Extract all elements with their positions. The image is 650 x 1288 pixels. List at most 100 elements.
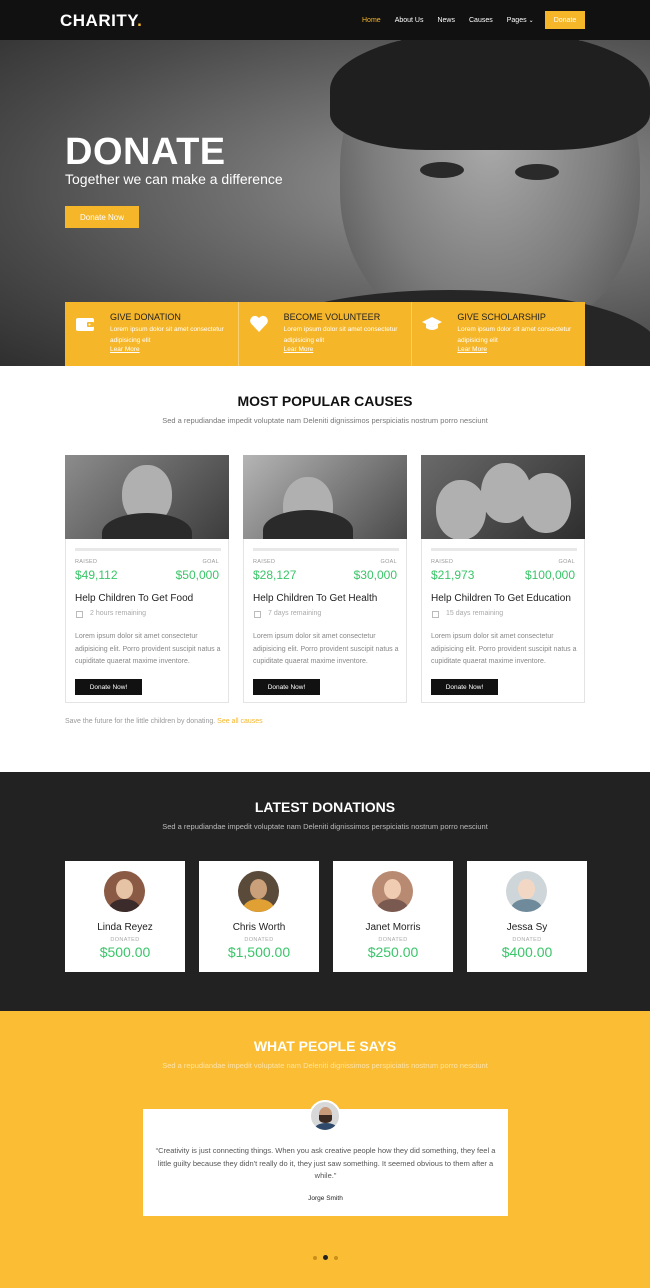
testimonials-title: WHAT PEOPLE SAYS [253, 1038, 397, 1054]
nav-causes[interactable]: Causes [469, 17, 493, 24]
raised-label: RAISED [431, 559, 454, 565]
raised-amount: $49,112 [75, 568, 118, 582]
raised-label: RAISED [75, 559, 98, 565]
carousel-dot[interactable] [334, 1255, 338, 1260]
donated-label: DONATED [512, 937, 542, 943]
nav-about-us[interactable]: About Us [395, 17, 424, 24]
raised-amount: $28,127 [253, 568, 297, 582]
cause-description: Lorem ipsum dolor sit amet consectetur a… [75, 633, 221, 665]
testimonials-subtitle: Sed a repudiandae impedit voluptate nam … [162, 1061, 488, 1070]
feature-text: Lorem ipsum dolor sit amet consectetur a… [283, 326, 398, 344]
goal-amount: $50,000 [175, 568, 219, 582]
cause-description: Lorem ipsum dolor sit amet consectetur a… [253, 633, 399, 665]
carousel-dot-active[interactable] [323, 1255, 328, 1260]
nav-home[interactable]: Home [362, 17, 381, 24]
hero-tagline: Together we can make a difference [65, 171, 283, 187]
chevron-down-icon: ⌄ [528, 17, 534, 24]
raised-amount: $21,973 [431, 568, 475, 582]
donor-name: Jessa Sy [506, 922, 548, 933]
progress-bar [431, 548, 577, 551]
time-remaining: 7 days remaining [268, 610, 322, 617]
testimonial-author: Jorge Smith [308, 1195, 343, 1202]
hero-photo-eye [515, 164, 559, 180]
goal-label: GOAL [380, 559, 397, 565]
carousel-dots [313, 1255, 338, 1260]
feature-learn-more-link[interactable]: Lear More [110, 346, 140, 353]
time-remaining: 15 days remaining [446, 610, 504, 617]
brand-logo[interactable]: CHARITY. [60, 11, 142, 31]
hero-donate-button[interactable]: Donate Now [65, 206, 139, 228]
cause-title[interactable]: Help Children To Get Health [253, 593, 377, 604]
feature-strip: GIVE DONATION Lorem ipsum dolor sit amet… [65, 302, 585, 366]
causes-footer: Save the future for the little children … [65, 718, 263, 725]
donated-label: DONATED [244, 937, 274, 943]
progress-bar [75, 548, 221, 551]
nav-news[interactable]: News [437, 17, 455, 24]
nav-pages[interactable]: Pages ⌄ [507, 17, 534, 24]
cause-card: RAISED GOAL $49,112 $50,000 Help Childre… [65, 455, 229, 703]
feature-title: GIVE SCHOLARSHIP [457, 312, 546, 322]
wallet-icon [76, 318, 94, 331]
donor-name: Janet Morris [365, 922, 421, 933]
donated-amount: $500.00 [99, 944, 151, 960]
donation-card: Jessa Sy DONATED $400.00 [467, 861, 587, 972]
donor-name: Linda Reyez [97, 922, 153, 933]
causes-cards: RAISED GOAL $49,112 $50,000 Help Childre… [65, 455, 585, 703]
hero-photo-eye [420, 162, 464, 178]
avatar [506, 871, 547, 912]
testimonial-quote: “Creativity is just connecting things. W… [155, 1146, 496, 1180]
cause-image [243, 455, 407, 539]
donor-name: Chris Worth [232, 922, 286, 933]
avatar [309, 1100, 341, 1132]
causes-subtitle: Sed a repudiandae impedit voluptate nam … [162, 416, 488, 425]
donation-cards: Linda Reyez DONATED $500.00 Chris Worth … [65, 861, 587, 972]
donated-label: DONATED [110, 937, 140, 943]
heart-icon [249, 315, 268, 332]
time-remaining: 2 hours remaining [90, 610, 147, 617]
hero-photo-hair [330, 40, 650, 150]
avatar [104, 871, 145, 912]
carousel-dot[interactable] [313, 1255, 317, 1260]
feature-give-donation: GIVE DONATION Lorem ipsum dolor sit amet… [65, 302, 239, 366]
latest-donations-section: LATEST DONATIONS Sed a repudiandae imped… [0, 772, 650, 1011]
feature-text: Lorem ipsum dolor sit amet consectetur a… [110, 326, 224, 344]
goal-amount: $100,000 [524, 568, 575, 582]
causes-title: MOST POPULAR CAUSES [237, 393, 413, 409]
cause-title[interactable]: Help Children To Get Food [75, 593, 193, 604]
donated-amount: $400.00 [501, 944, 553, 960]
calendar-icon [254, 611, 261, 618]
donate-now-button[interactable]: Donate Now! [75, 679, 142, 695]
cause-card: RAISED GOAL $21,973 $100,000 Help Childr… [421, 455, 585, 703]
goal-label: GOAL [202, 559, 219, 565]
donated-label: DONATED [378, 937, 408, 943]
feature-title: BECOME VOLUNTEER [283, 312, 381, 322]
avatar [238, 871, 279, 912]
goal-amount: $30,000 [353, 568, 397, 582]
goal-label: GOAL [558, 559, 575, 565]
donated-amount: $1,500.00 [227, 944, 291, 960]
main-menu: Home About Us News Causes Pages ⌄ [362, 0, 534, 40]
calendar-icon [76, 611, 83, 618]
nav-donate-button[interactable]: Donate [545, 11, 585, 29]
cause-title[interactable]: Help Children To Get Education [431, 593, 571, 604]
donation-card: Janet Morris DONATED $250.00 [333, 861, 453, 972]
avatar [372, 871, 413, 912]
donate-now-button[interactable]: Donate Now! [253, 679, 320, 695]
calendar-icon [432, 611, 439, 618]
cause-card: RAISED GOAL $28,127 $30,000 Help Childre… [243, 455, 407, 703]
donations-title: LATEST DONATIONS [254, 799, 396, 815]
cause-description: Lorem ipsum dolor sit amet consectetur a… [431, 633, 577, 665]
cause-image [421, 455, 585, 539]
progress-bar [253, 548, 399, 551]
feature-title: GIVE DONATION [110, 312, 181, 322]
donation-card: Chris Worth DONATED $1,500.00 [199, 861, 319, 972]
hero-title: DONATE [65, 131, 226, 173]
feature-learn-more-link[interactable]: Lear More [457, 346, 487, 353]
feature-learn-more-link[interactable]: Lear More [284, 346, 314, 353]
see-all-causes-link[interactable]: See all causes [217, 718, 263, 725]
cause-image [65, 455, 229, 539]
donations-subtitle: Sed a repudiandae impedit voluptate nam … [162, 822, 488, 831]
donate-now-button[interactable]: Donate Now! [431, 679, 498, 695]
testimonials-section: WHAT PEOPLE SAYS Sed a repudiandae imped… [0, 1011, 650, 1288]
raised-label: RAISED [253, 559, 276, 565]
